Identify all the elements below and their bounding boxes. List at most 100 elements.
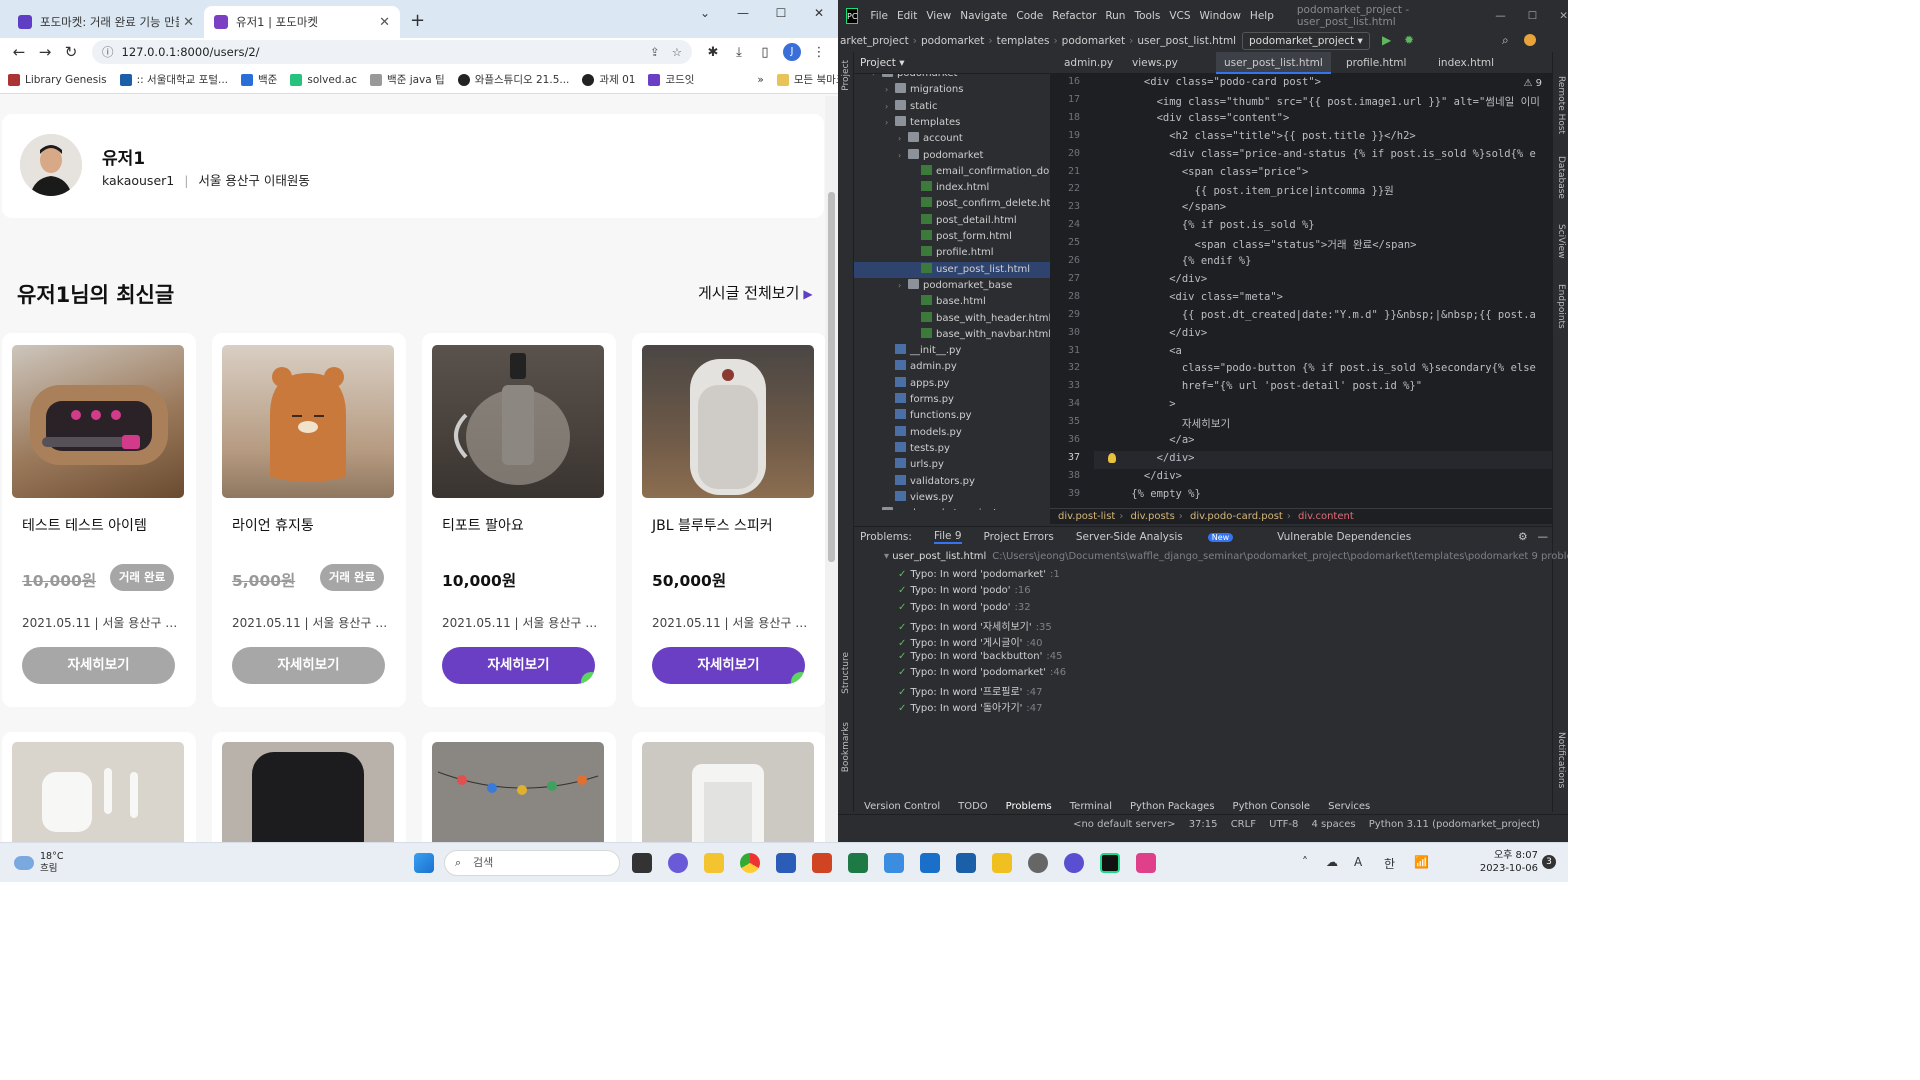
tree-item[interactable]: index.html xyxy=(911,180,989,196)
status-server[interactable]: <no default server> xyxy=(1073,819,1175,830)
bookmark-item[interactable]: 백준 java 팁 xyxy=(370,72,445,87)
tool-structure[interactable]: Structure xyxy=(841,652,851,694)
wifi-icon[interactable]: 📶 xyxy=(1414,855,1429,869)
tree-item[interactable]: › static xyxy=(885,99,937,115)
tool-todo[interactable]: TODO xyxy=(958,801,988,812)
notes-icon[interactable] xyxy=(956,853,976,873)
nav-crumb[interactable]: podomarket xyxy=(1062,35,1125,47)
weather-widget[interactable]: 18°C 흐림 xyxy=(14,851,63,875)
status-indent[interactable]: 4 spaces xyxy=(1312,819,1356,830)
extensions-icon[interactable]: ✱ xyxy=(700,45,726,60)
tree-item[interactable]: __init__.py xyxy=(885,343,961,359)
warning-count[interactable]: ⚠ 9 xyxy=(1523,78,1542,89)
tool-notifications[interactable]: Notifications xyxy=(1556,732,1566,788)
tree-item[interactable]: base_with_header.html xyxy=(911,311,1050,327)
pycharm-icon[interactable] xyxy=(1100,853,1120,873)
tab-user-profile[interactable]: 유저1 | 포도마켓 ✕ xyxy=(204,6,400,38)
tree-item[interactable]: user_post_list.html xyxy=(854,261,1050,278)
tab-podomarket-feature[interactable]: 포도마켓: 거래 완료 기능 만들기 ✕ xyxy=(8,6,204,38)
close-tab-icon[interactable]: ✕ xyxy=(379,15,390,30)
tree-item[interactable]: admin.py xyxy=(885,359,957,375)
excel-icon[interactable] xyxy=(848,853,868,873)
problem-item[interactable]: ✓ Typo: In word 'podo':32 xyxy=(898,602,1031,613)
menu-refactor[interactable]: Refactor xyxy=(1052,10,1096,22)
tree-item[interactable]: views.py xyxy=(885,490,954,506)
all-bookmarks[interactable]: 모든 북마크 xyxy=(776,72,838,87)
update-icon[interactable] xyxy=(1524,34,1536,46)
side-panel-icon[interactable]: ▯ xyxy=(752,45,778,60)
scrollbar-thumb[interactable] xyxy=(828,192,835,562)
detail-button[interactable]: 자세히보기 xyxy=(442,647,595,684)
nav-crumb[interactable]: podomarket xyxy=(921,35,984,47)
tree-item[interactable]: › account xyxy=(898,131,963,147)
problem-item[interactable]: ✓ Typo: In word 'podomarket':1 xyxy=(898,569,1060,580)
new-tab-button[interactable]: + xyxy=(410,10,425,31)
problem-item[interactable]: ✓ Typo: In word 'podomarket':46 xyxy=(898,667,1066,678)
tool-bookmarks[interactable]: Bookmarks xyxy=(841,722,851,772)
status-line-separator[interactable]: CRLF xyxy=(1231,819,1256,830)
task-view-icon[interactable] xyxy=(632,853,652,873)
settings-icon[interactable] xyxy=(1028,853,1048,873)
bookmark-item[interactable]: 코드잇 xyxy=(648,72,694,87)
tree-item[interactable]: › migrations xyxy=(885,82,963,98)
editor-tab[interactable]: admin.py xyxy=(1056,52,1121,74)
tool-version-control[interactable]: Version Control xyxy=(864,801,940,812)
breadcrumb-item[interactable]: div.content xyxy=(1298,511,1354,522)
menu-view[interactable]: View xyxy=(926,10,951,22)
store-icon[interactable] xyxy=(884,853,904,873)
chrome-icon[interactable] xyxy=(740,853,760,873)
tree-item[interactable]: urls.py xyxy=(885,457,944,473)
ide-minimize-button[interactable]: — xyxy=(1495,10,1506,22)
detail-button[interactable]: 자세히보기 xyxy=(652,647,805,684)
chevron-icon[interactable]: › xyxy=(885,115,895,131)
tab-search-icon[interactable]: ⌄ xyxy=(686,0,724,26)
problem-item[interactable]: ✓ Typo: In word '돌아가기':47 xyxy=(898,699,1043,714)
project-view-dropdown[interactable]: Project ▾ xyxy=(860,52,905,74)
menu-code[interactable]: Code xyxy=(1016,10,1043,22)
run-config-dropdown[interactable]: podomarket_project ▾ xyxy=(1242,32,1370,50)
tool-project[interactable]: Project xyxy=(841,60,851,91)
settings-gear-icon[interactable]: ⚙ xyxy=(1518,531,1527,543)
file-explorer-icon[interactable] xyxy=(704,853,724,873)
address-bar[interactable]: ⓘ 127.0.0.1:8000/users/2/ ⇪ ☆ xyxy=(92,40,692,64)
menu-icon[interactable]: ⋮ xyxy=(806,45,832,60)
maximize-button[interactable]: ☐ xyxy=(762,0,800,26)
tool-services[interactable]: Services xyxy=(1328,801,1370,812)
tree-item[interactable]: post_detail.html xyxy=(911,213,1017,229)
problem-item[interactable]: ✓ Typo: In word 'backbutton':45 xyxy=(898,651,1062,662)
bookmarks-overflow[interactable]: » xyxy=(757,74,763,86)
see-all-posts-link[interactable]: 게시글 전체보기 ▶ xyxy=(698,282,813,303)
bookmark-item[interactable]: 와플스튜디오 21.5... xyxy=(457,72,569,87)
editor-tab[interactable]: profile.html xyxy=(1338,52,1414,74)
bookmark-star-icon[interactable]: ☆ xyxy=(672,45,682,59)
clock[interactable]: 오후 8:07 2023-10-06 xyxy=(1480,849,1538,875)
menu-file[interactable]: File xyxy=(870,10,888,22)
chevron-icon[interactable]: › xyxy=(872,506,882,510)
chevron-icon[interactable]: › xyxy=(898,131,908,147)
code-editor[interactable]: 16 17 18 19 20 21 22 23 24 25 26 27 28 29 30 31 32 33 34 35… xyxy=(1050,74,1552,510)
tool-sciview[interactable]: SciView xyxy=(1556,224,1566,259)
page-scrollbar[interactable] xyxy=(825,96,838,842)
status-encoding[interactable]: UTF-8 xyxy=(1269,819,1298,830)
back-button[interactable]: ← xyxy=(6,43,32,61)
chevron-icon[interactable]: › xyxy=(898,148,908,164)
menu-vcs[interactable]: VCS xyxy=(1169,10,1190,22)
tree-item[interactable]: profile.html xyxy=(911,245,994,261)
status-caret[interactable]: 37:15 xyxy=(1189,819,1218,830)
tool-endpoints[interactable]: Endpoints xyxy=(1556,284,1566,329)
close-window-button[interactable]: ✕ xyxy=(800,0,838,26)
nav-crumb[interactable]: user_post_list.html xyxy=(1137,35,1236,47)
tool-remote-host[interactable]: Remote Host xyxy=(1556,76,1566,134)
breadcrumb-item[interactable]: div.post-list xyxy=(1058,511,1115,522)
tree-item[interactable]: apps.py xyxy=(885,376,949,392)
nav-crumb[interactable]: arket_project xyxy=(840,35,909,47)
tree-item[interactable]: functions.py xyxy=(885,408,972,424)
ime-mode[interactable]: A xyxy=(1354,855,1362,869)
tool-database[interactable]: Database xyxy=(1556,156,1566,199)
breadcrumb-item[interactable]: div.podo-card.post xyxy=(1190,511,1283,522)
run-icon[interactable]: ▶ xyxy=(1382,33,1391,47)
bookmark-item[interactable]: 백준 xyxy=(241,72,277,87)
problem-item[interactable]: ✓ Typo: In word '게시글이':40 xyxy=(898,634,1043,649)
tab-server-side-analysis[interactable]: Server-Side Analysis New xyxy=(1076,531,1255,543)
chevron-icon[interactable]: › xyxy=(885,82,895,98)
